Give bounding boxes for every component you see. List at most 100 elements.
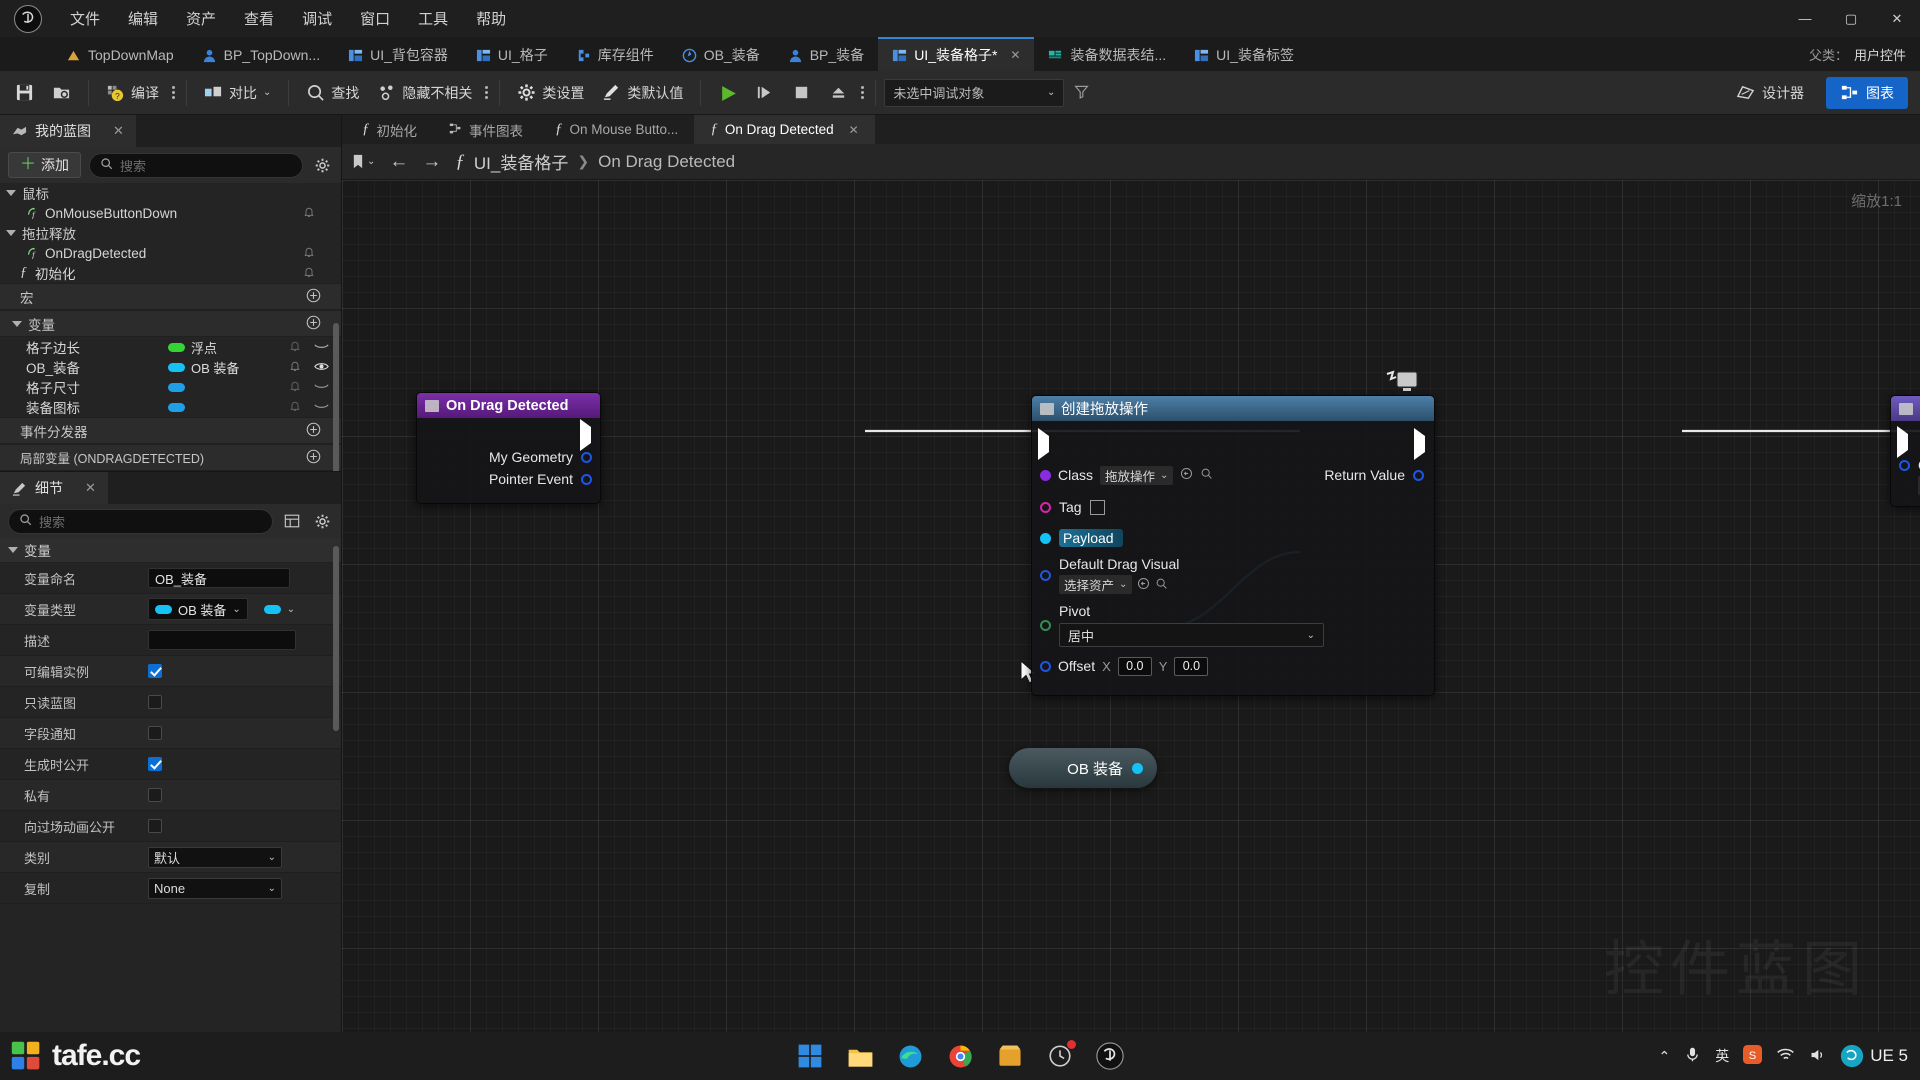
section-event-dispatchers[interactable]: 事件分发器 bbox=[0, 417, 341, 444]
step-button[interactable] bbox=[746, 76, 783, 110]
chrome-icon[interactable] bbox=[943, 1039, 977, 1073]
variable-type-picker[interactable]: OB 装备 ⌄ bbox=[148, 598, 248, 620]
class-dropdown[interactable]: 拖放操作 ⌄ bbox=[1100, 465, 1174, 485]
asset-tab-bp-topdown[interactable]: BP_TopDown... bbox=[188, 37, 335, 71]
node-pin-payload[interactable]: Payload bbox=[1032, 523, 1434, 553]
container-type-picker[interactable]: ⌄ bbox=[258, 598, 301, 620]
ue5-badge[interactable]: UE 5 bbox=[1840, 1044, 1908, 1068]
add-local-variable-button[interactable] bbox=[306, 449, 321, 467]
details-tab[interactable]: 细节 ✕ bbox=[0, 472, 108, 504]
stop-button[interactable] bbox=[783, 76, 820, 110]
asset-tab-equipment-datatable[interactable]: 装备数据表结... bbox=[1034, 37, 1180, 71]
browse-asset-icon[interactable] bbox=[1137, 577, 1150, 593]
asset-tab-ob-equipment[interactable]: OB_装备 bbox=[668, 37, 774, 71]
node-create-drag-drop-operation[interactable]: 创建拖放操作 Class 拖放操作 ⌄ Return Value Tag Pay… bbox=[1031, 395, 1435, 696]
variable-row-equipment-icon[interactable]: 装备图标 bbox=[0, 397, 341, 417]
section-local-variables[interactable]: 局部变量 (ONDRAGDETECTED) bbox=[0, 444, 341, 471]
search-asset-icon[interactable] bbox=[1200, 467, 1213, 483]
details-settings-button[interactable] bbox=[311, 510, 333, 532]
close-button[interactable]: ✕ bbox=[1874, 0, 1920, 37]
data-pin-icon[interactable] bbox=[1132, 762, 1143, 774]
asset-tab-close-icon[interactable]: ✕ bbox=[1010, 48, 1020, 62]
recorder-icon[interactable] bbox=[1043, 1039, 1077, 1073]
node-pin-tag[interactable]: Tag bbox=[1032, 491, 1434, 523]
node-pin-pointer-event[interactable]: Pointer Event bbox=[417, 468, 600, 490]
my-blueprint-scrollbar[interactable] bbox=[333, 323, 339, 471]
bell-icon[interactable] bbox=[289, 380, 301, 395]
variable-row-ob-equipment[interactable]: OB_装备 OB 装备 bbox=[0, 357, 341, 377]
tray-chevron-icon[interactable]: ⌃ bbox=[1658, 1048, 1670, 1065]
variable-name-field[interactable]: OB_装备 bbox=[148, 568, 290, 588]
list-item-initialize[interactable]: ƒ 初始化 bbox=[0, 263, 341, 283]
editable-instance-checkbox[interactable] bbox=[148, 664, 162, 678]
node-pin-class[interactable]: Class 拖放操作 ⌄ bbox=[1040, 465, 1213, 485]
asset-tab-topdownmap[interactable]: TopDownMap bbox=[52, 37, 188, 71]
unreal-logo-icon[interactable] bbox=[0, 0, 56, 37]
bell-icon[interactable] bbox=[289, 340, 301, 355]
graph-mode-button[interactable]: 图表 bbox=[1826, 76, 1908, 109]
menu-item-file[interactable]: 文件 bbox=[56, 4, 114, 33]
menu-item-debug[interactable]: 调试 bbox=[288, 4, 346, 33]
class-defaults-button[interactable]: 类默认值 bbox=[593, 76, 692, 110]
offset-y-field[interactable]: 0.0 bbox=[1174, 656, 1209, 676]
mic-icon[interactable] bbox=[1684, 1046, 1701, 1066]
bell-icon[interactable] bbox=[303, 206, 315, 221]
edge-icon[interactable] bbox=[893, 1039, 927, 1073]
menu-item-view[interactable]: 查看 bbox=[230, 4, 288, 33]
tag-textbox[interactable] bbox=[1089, 499, 1105, 515]
ime-indicator[interactable]: 英 bbox=[1715, 1046, 1729, 1066]
my-blueprint-settings-button[interactable] bbox=[311, 154, 333, 176]
class-settings-button[interactable]: 类设置 bbox=[508, 76, 593, 110]
debug-filter-button[interactable] bbox=[1064, 76, 1101, 110]
save-button[interactable] bbox=[6, 76, 43, 110]
add-dispatcher-button[interactable] bbox=[306, 422, 321, 440]
play-options-menu[interactable] bbox=[857, 76, 867, 110]
minimize-button[interactable]: — bbox=[1782, 0, 1828, 37]
node-ob-equipment-getter[interactable]: OB 装备 bbox=[1009, 748, 1157, 788]
list-item-ondragdetected[interactable]: f OnDragDetected bbox=[0, 243, 341, 263]
eye-closed-icon[interactable] bbox=[314, 400, 329, 415]
section-variables[interactable]: 变量 bbox=[0, 310, 341, 337]
asset-tab-ui-equipment-slot[interactable]: UI_装备格子* ✕ bbox=[878, 37, 1035, 71]
section-macros[interactable]: 宏 bbox=[0, 283, 341, 310]
add-macro-button[interactable] bbox=[306, 288, 321, 306]
blueprint-graph-canvas[interactable]: 缩放1:1 控件蓝图 On Drag Detected My Geometry … bbox=[342, 180, 1920, 1050]
parent-class-value[interactable]: 用户控件 bbox=[1854, 45, 1906, 64]
compile-options-menu[interactable] bbox=[168, 76, 178, 110]
sogou-icon[interactable]: S bbox=[1743, 1045, 1763, 1067]
group-mouse[interactable]: 鼠标 bbox=[0, 183, 341, 203]
start-icon[interactable] bbox=[793, 1039, 827, 1073]
node-pin-return-value[interactable]: Return Value bbox=[1324, 467, 1424, 483]
node-pin-operation[interactable]: Operation 选择资产 bbox=[1891, 457, 1920, 495]
close-icon[interactable]: ✕ bbox=[113, 123, 124, 139]
asset-tab-inventory-component[interactable]: 库存组件 bbox=[562, 37, 668, 71]
eye-open-icon[interactable] bbox=[314, 360, 329, 375]
hide-unrelated-options-menu[interactable] bbox=[481, 76, 491, 110]
node-pin-pivot[interactable]: Pivot 居中 ⌄ bbox=[1032, 597, 1434, 653]
debug-object-selector[interactable]: 未选中调试对象 ⌄ bbox=[884, 78, 1065, 107]
search-asset-icon[interactable] bbox=[1155, 577, 1168, 593]
details-scrollbar[interactable] bbox=[333, 546, 339, 731]
browse-asset-icon[interactable] bbox=[1180, 467, 1193, 483]
private-checkbox[interactable] bbox=[148, 788, 162, 802]
eject-button[interactable] bbox=[820, 76, 857, 110]
eye-closed-icon[interactable] bbox=[314, 380, 329, 395]
add-button[interactable]: ＋ 添加 bbox=[8, 152, 82, 178]
find-button[interactable]: 查找 bbox=[297, 76, 368, 110]
my-blueprint-tab[interactable]: 我的蓝图 ✕ bbox=[0, 115, 136, 147]
file-explorer-icon[interactable] bbox=[843, 1039, 877, 1073]
node-pin-default-drag-visual[interactable]: Default Drag Visual 选择资产 ⌄ bbox=[1032, 553, 1434, 597]
hide-unrelated-button[interactable]: 隐藏不相关 bbox=[368, 76, 481, 110]
unreal-icon[interactable] bbox=[1093, 1039, 1127, 1073]
graph-tab-on-drag-detected[interactable]: ƒ On Drag Detected ✕ bbox=[694, 115, 875, 144]
asset-tab-ui-equipment-tag[interactable]: UI_装备标签 bbox=[1180, 37, 1308, 71]
category-combo[interactable]: 默认 ⌄ bbox=[148, 846, 282, 868]
menu-item-window[interactable]: 窗口 bbox=[346, 4, 404, 33]
volume-icon[interactable] bbox=[1809, 1047, 1826, 1066]
nav-back-button[interactable]: ← bbox=[389, 151, 408, 173]
my-blueprint-search-input[interactable]: 搜索 bbox=[89, 152, 303, 178]
asset-tab-bp-equipment[interactable]: BP_装备 bbox=[774, 37, 878, 71]
graph-tab-on-mouse-button-down[interactable]: ƒ On Mouse Butto... bbox=[539, 115, 694, 144]
details-category-variable[interactable]: 变量 bbox=[0, 538, 341, 563]
nav-forward-button[interactable]: → bbox=[422, 151, 441, 173]
